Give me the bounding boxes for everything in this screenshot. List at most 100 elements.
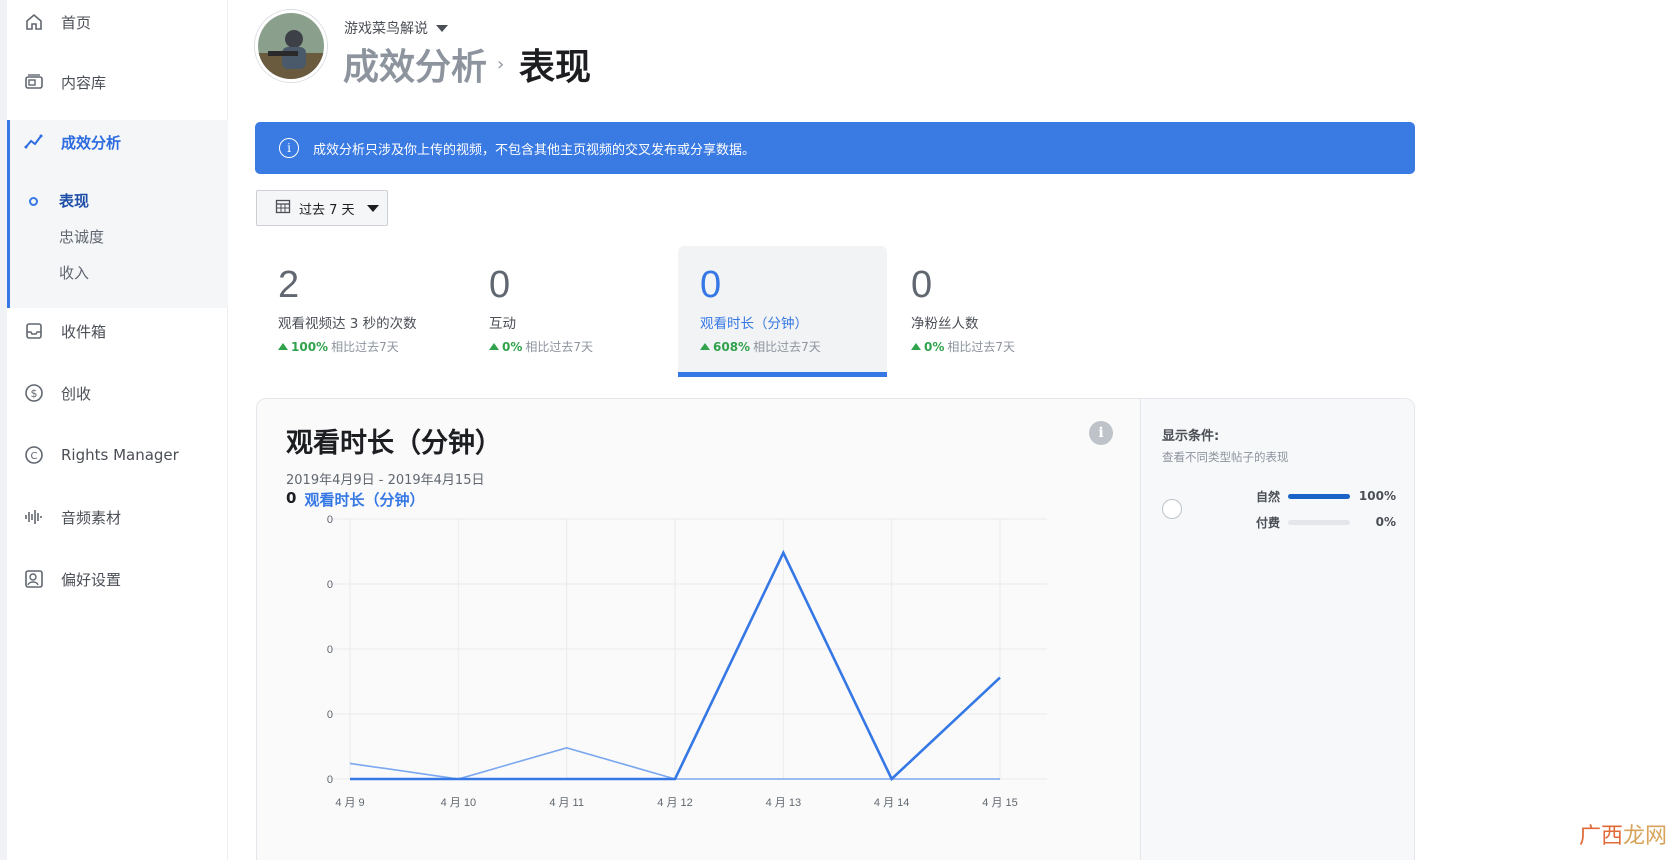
y-tick-label: 0	[327, 514, 333, 526]
sidebar-item-preferences[interactable]: 偏好设置	[7, 559, 228, 599]
sidebar-item-library[interactable]: 内容库	[7, 62, 228, 102]
breakdown-label: 自然	[1256, 489, 1281, 504]
sidebar-item-label: 收件箱	[61, 322, 107, 341]
settings-icon	[23, 568, 45, 590]
breakdown-value: 0%	[1375, 515, 1396, 529]
metric-change: 0% 相比过去7天	[489, 338, 676, 355]
metric-compare: 相比过去7天	[947, 340, 1016, 354]
y-tick-label: 0	[327, 644, 333, 656]
metric-change-pct: 100%	[291, 339, 329, 354]
breakdown-bar	[1288, 519, 1350, 525]
breakdown-row-paid: 付费 0%	[1256, 514, 1396, 530]
home-icon	[23, 11, 45, 33]
breakdown-label: 付费	[1256, 515, 1281, 530]
page: 首页 内容库 成效分析 表现 忠诚度 收入 收件箱 $ 创收 C Rights …	[0, 0, 1677, 860]
sidebar-item-monetization[interactable]: $ 创收	[7, 373, 228, 413]
calendar-icon	[275, 198, 291, 218]
sidebar-item-label: 偏好设置	[61, 570, 122, 589]
metric-tab-net-followers[interactable]: 0 净粉丝人数 0% 相比过去7天	[889, 246, 1098, 377]
sidebar-item-label: 首页	[61, 13, 92, 32]
sidebar-item-label: 成效分析	[61, 133, 122, 152]
date-range-label: 过去 7 天	[299, 202, 355, 218]
sidebar-item-label: 内容库	[61, 73, 107, 92]
sidebar-item-label: 创收	[61, 384, 92, 403]
metric-label: 净粉丝人数	[911, 316, 979, 332]
date-range-dropdown[interactable]: 过去 7 天	[256, 190, 388, 226]
sidebar-item-rights-manager[interactable]: C Rights Manager	[7, 435, 228, 475]
arrow-up-icon	[278, 343, 288, 350]
sidebar-item-inbox[interactable]: 收件箱	[7, 311, 228, 351]
metric-label: 观看视频达 3 秒的次数	[278, 316, 417, 332]
breakdown-value: 100%	[1358, 489, 1396, 503]
sidebar-item-audio[interactable]: 音频素材	[7, 497, 228, 537]
inbox-icon	[23, 320, 45, 342]
x-tick-label: 4 月 15	[982, 797, 1017, 809]
sidebar-subitem-performance[interactable]: 表现	[59, 190, 89, 211]
x-tick-label: 4 月 14	[874, 797, 909, 809]
y-tick-label: 0	[327, 774, 333, 786]
metric-value: 2	[278, 264, 300, 306]
metric-compare: 相比过去7天	[753, 340, 821, 354]
dollar-icon: $	[23, 382, 45, 404]
sidebar-item-label: 音频素材	[61, 508, 122, 527]
watermark-part2: 龙网	[1622, 824, 1667, 849]
svg-text:$: $	[31, 387, 38, 400]
y-tick-label: 0	[327, 579, 333, 591]
sidebar-group-analytics: 成效分析	[7, 120, 228, 308]
breakdown-bar	[1288, 493, 1350, 499]
metric-change: 100% 相比过去7天	[278, 338, 465, 355]
sidebar-subitem-loyalty[interactable]: 忠诚度	[59, 226, 104, 247]
metric-change: 0% 相比过去7天	[911, 338, 1098, 355]
watermark: 广西龙网	[1579, 818, 1667, 850]
metric-compare: 相比过去7天	[331, 340, 399, 354]
metric-value: 0	[911, 264, 933, 306]
metric-label: 互动	[489, 316, 516, 332]
filter-radio[interactable]	[1162, 499, 1182, 519]
caret-down-icon	[366, 204, 379, 212]
page-switcher[interactable]: 游戏菜鸟解说	[344, 18, 448, 38]
copyright-icon: C	[23, 444, 45, 466]
metric-change: 608% 相比过去7天	[700, 338, 887, 355]
sidebar-item-label: Rights Manager	[61, 446, 179, 464]
info-banner: i 成效分析只涉及你上传的视频，不包含其他主页视频的交叉发布或分享数据。	[255, 122, 1415, 174]
page-name: 游戏菜鸟解说	[344, 21, 428, 37]
watermark-part1: 广西	[1578, 824, 1623, 849]
breadcrumb-separator: ›	[497, 54, 505, 75]
sidebar-item-home[interactable]: 首页	[7, 2, 228, 42]
metric-change-pct: 0%	[924, 339, 945, 354]
banner-text: 成效分析只涉及你上传的视频，不包含其他主页视频的交叉发布或分享数据。	[313, 142, 756, 158]
breadcrumb-parent[interactable]: 成效分析	[343, 38, 487, 90]
filter-panel: 显示条件: 查看不同类型帖子的表现 自然 100% 付费 0%	[1140, 399, 1414, 860]
sidebar: 首页 内容库 成效分析 表现 忠诚度 收入 收件箱 $ 创收 C Rights …	[0, 0, 228, 860]
page-title: 表现	[519, 47, 592, 88]
caret-down-icon	[436, 24, 448, 32]
arrow-up-icon	[700, 343, 710, 350]
metric-label: 观看时长（分钟）	[700, 316, 808, 332]
metric-change-pct: 608%	[713, 339, 751, 354]
metric-tab-engagement[interactable]: 0 互动 0% 相比过去7天	[467, 246, 676, 377]
x-tick-label: 4 月 9	[335, 797, 364, 809]
metric-change-pct: 0%	[502, 339, 523, 354]
analytics-icon	[23, 131, 45, 153]
metric-tab-3s-views[interactable]: 2 观看视频达 3 秒的次数 100% 相比过去7天	[256, 246, 465, 377]
x-tick-label: 4 月 13	[766, 797, 801, 809]
y-tick-label: 0	[327, 709, 333, 721]
metric-value: 0	[700, 264, 722, 306]
breakdown-fill	[1288, 493, 1350, 499]
avatar[interactable]	[255, 10, 327, 82]
chart-panel: 观看时长（分钟） i 2019年4月9日 - 2019年4月15日 0 观看时长…	[257, 399, 1140, 860]
metric-tab-watch-time[interactable]: 0 观看时长（分钟） 608% 相比过去7天	[678, 246, 887, 377]
x-tick-label: 4 月 10	[441, 797, 476, 809]
arrow-up-icon	[911, 343, 921, 350]
arrow-up-icon	[489, 343, 499, 350]
filter-subtitle: 查看不同类型帖子的表现	[1162, 450, 1289, 464]
svg-text:C: C	[31, 451, 38, 462]
library-icon	[23, 71, 45, 93]
metric-compare: 相比过去7天	[525, 340, 594, 354]
filter-title: 显示条件:	[1162, 429, 1220, 444]
sidebar-subitem-earnings[interactable]: 收入	[59, 262, 89, 283]
active-dot-icon	[29, 197, 38, 206]
breakdown-row-organic: 自然 100%	[1256, 488, 1396, 504]
sidebar-item-analytics[interactable]: 成效分析	[7, 122, 228, 162]
audio-icon	[23, 506, 45, 528]
